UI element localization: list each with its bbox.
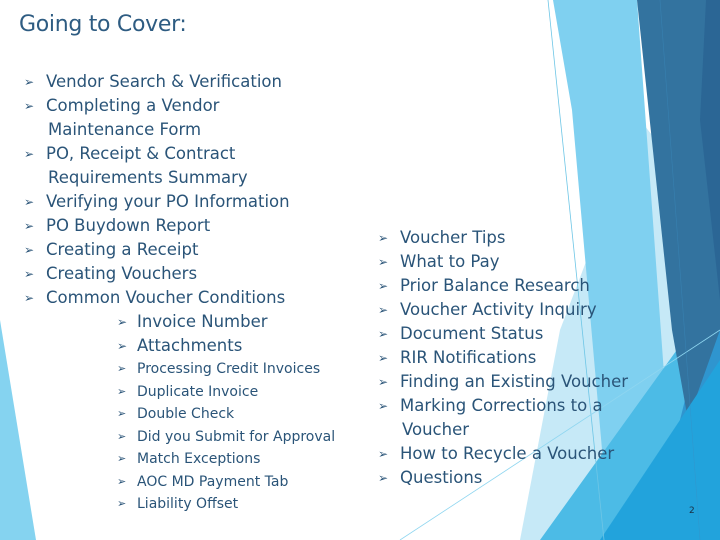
list-item: ➢ Finding an Existing Voucher bbox=[376, 370, 628, 394]
list-item-label: Common Voucher Conditions bbox=[46, 288, 286, 307]
list-item: ➢ Voucher Tips bbox=[376, 226, 628, 250]
arrow-bullet-icon: ➢ bbox=[117, 429, 127, 443]
list-item: ➢ PO, Receipt & Contract Requirements Summ… bbox=[22, 142, 335, 190]
right-topic-list: ➢ Voucher Tips ➢ What to Pay ➢ Prior Balanc… bbox=[376, 226, 628, 490]
list-item: ➢ PO Buydown Report bbox=[22, 214, 335, 238]
page-number: 2 bbox=[689, 506, 695, 516]
arrow-bullet-icon: ➢ bbox=[117, 452, 127, 465]
list-item-label: Duplicate Invoice bbox=[137, 383, 259, 400]
arrow-bullet-icon: ➢ bbox=[24, 75, 35, 89]
sub-list-item: ➢ Duplicate Invoice bbox=[22, 381, 335, 404]
list-item-label: Finding an Existing Voucher bbox=[400, 372, 629, 391]
list-item: ➢ Completing a Vendor Maintenance Form bbox=[22, 94, 335, 142]
list-item: ➢ How to Recycle a Voucher bbox=[376, 442, 628, 466]
arrow-bullet-icon: ➢ bbox=[378, 231, 389, 245]
list-item-label: Liability Offset bbox=[137, 496, 239, 512]
list-item: ➢ Prior Balance Research bbox=[376, 274, 628, 298]
list-item-label: Match Exceptions bbox=[137, 451, 261, 467]
arrow-bullet-icon: ➢ bbox=[378, 471, 389, 485]
arrow-bullet-icon: ➢ bbox=[24, 147, 35, 161]
list-item-label: Processing Credit Invoices bbox=[137, 361, 321, 377]
list-item-label: Voucher Activity Inquiry bbox=[400, 300, 597, 319]
list-item-label: Creating Vouchers bbox=[46, 264, 198, 283]
list-item-label: Did you Submit for Approval bbox=[137, 428, 336, 445]
list-item-label: Marking Corrections to a bbox=[400, 396, 603, 415]
list-item-label: Attachments bbox=[137, 336, 243, 355]
list-item: ➢ RIR Notifications bbox=[376, 346, 628, 370]
list-item: ➢ Verifying your PO Information bbox=[22, 190, 335, 214]
list-item-continuation: Maintenance Form bbox=[48, 120, 202, 139]
list-item: ➢ Questions bbox=[376, 466, 628, 490]
list-item-label: Creating a Receipt bbox=[46, 240, 199, 259]
list-item: ➢ Creating Vouchers bbox=[22, 262, 335, 286]
arrow-bullet-icon: ➢ bbox=[378, 351, 389, 365]
list-item-label: PO, Receipt & Contract bbox=[46, 144, 236, 163]
list-item-label: Document Status bbox=[400, 324, 544, 343]
sub-list-item: ➢ Match Exceptions bbox=[22, 448, 335, 471]
list-item-label: Invoice Number bbox=[137, 312, 268, 331]
list-item-label: Voucher Tips bbox=[400, 228, 506, 247]
list-item-label: AOC MD Payment Tab bbox=[137, 473, 289, 490]
list-item-continuation: Voucher bbox=[402, 420, 470, 439]
arrow-bullet-icon: ➢ bbox=[24, 243, 35, 257]
sub-list-item: ➢ Liability Offset bbox=[22, 493, 335, 516]
list-item: ➢ Vendor Search & Verification bbox=[22, 70, 335, 94]
arrow-bullet-icon: ➢ bbox=[378, 327, 389, 341]
list-item-label: Prior Balance Research bbox=[400, 276, 590, 295]
arrow-bullet-icon: ➢ bbox=[378, 375, 389, 389]
sub-list-item: ➢ Double Check bbox=[22, 403, 335, 426]
list-item-label: Double Check bbox=[137, 406, 235, 422]
slide-title: Going to Cover: bbox=[19, 12, 187, 37]
list-item-label: Questions bbox=[400, 468, 483, 487]
list-item: ➢ What to Pay bbox=[376, 250, 628, 274]
arrow-bullet-icon: ➢ bbox=[117, 315, 128, 329]
arrow-bullet-icon: ➢ bbox=[378, 279, 389, 293]
arrow-bullet-icon: ➢ bbox=[117, 407, 127, 420]
left-topic-list: ➢ Vendor Search & Verification ➢ Completin… bbox=[22, 70, 335, 516]
arrow-bullet-icon: ➢ bbox=[117, 497, 127, 510]
sub-list-item: ➢ Attachments bbox=[22, 334, 335, 358]
list-item: ➢ Voucher Activity Inquiry bbox=[376, 298, 628, 322]
arrow-bullet-icon: ➢ bbox=[378, 399, 389, 413]
list-item-label: How to Recycle a Voucher bbox=[400, 444, 615, 463]
arrow-bullet-icon: ➢ bbox=[24, 219, 35, 233]
arrow-bullet-icon: ➢ bbox=[117, 474, 127, 488]
arrow-bullet-icon: ➢ bbox=[117, 362, 127, 375]
arrow-bullet-icon: ➢ bbox=[24, 291, 35, 305]
list-item: ➢ Creating a Receipt bbox=[22, 238, 335, 262]
arrow-bullet-icon: ➢ bbox=[24, 99, 35, 113]
list-item: ➢ Document Status bbox=[376, 322, 628, 346]
list-item-label: What to Pay bbox=[400, 252, 500, 271]
list-item-label: Verifying your PO Information bbox=[46, 192, 290, 211]
list-item-label: Completing a Vendor bbox=[46, 96, 220, 115]
arrow-bullet-icon: ➢ bbox=[378, 255, 389, 269]
list-item-label: Vendor Search & Verification bbox=[46, 72, 282, 91]
sub-list-item: ➢ Did you Submit for Approval bbox=[22, 426, 335, 449]
list-item-label: PO Buydown Report bbox=[46, 216, 211, 235]
list-item: ➢ Common Voucher Conditions bbox=[22, 286, 335, 310]
arrow-bullet-icon: ➢ bbox=[378, 447, 389, 461]
sub-list-item: ➢ Processing Credit Invoices bbox=[22, 358, 335, 381]
sub-list-item: ➢ AOC MD Payment Tab bbox=[22, 471, 335, 494]
arrow-bullet-icon: ➢ bbox=[117, 384, 127, 398]
list-item: ➢ Marking Corrections to a Voucher bbox=[376, 394, 628, 442]
list-item-label: RIR Notifications bbox=[400, 348, 537, 367]
arrow-bullet-icon: ➢ bbox=[378, 303, 389, 317]
sub-list-item: ➢ Invoice Number bbox=[22, 310, 335, 334]
arrow-bullet-icon: ➢ bbox=[117, 339, 128, 353]
list-item-continuation: Requirements Summary bbox=[48, 168, 248, 187]
arrow-bullet-icon: ➢ bbox=[24, 267, 35, 281]
arrow-bullet-icon: ➢ bbox=[24, 195, 35, 209]
